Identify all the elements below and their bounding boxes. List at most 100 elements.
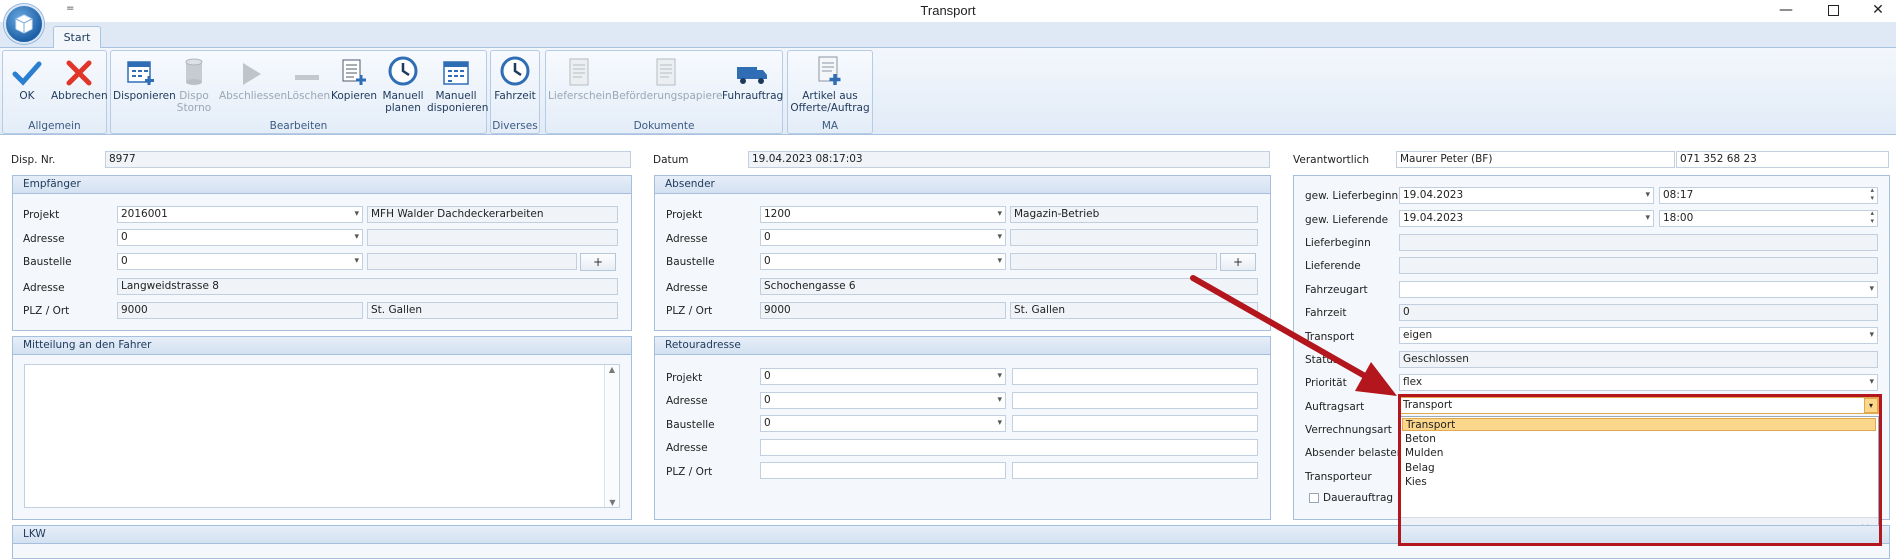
annotation-arrow-icon <box>1190 275 1397 396</box>
dispo-storno-button[interactable]: Dispo Storno <box>173 53 215 114</box>
clock-icon <box>500 56 530 86</box>
scroll-down-icon[interactable]: ▼ <box>605 498 620 507</box>
empfaenger-add-button[interactable]: + <box>580 253 616 271</box>
transport-dropdown[interactable]: eigen <box>1399 327 1878 344</box>
lieferbeginn-time-spinner[interactable]: 08:17 <box>1659 187 1878 204</box>
cancel-button[interactable]: Abbrechen <box>51 53 108 102</box>
manuell-planen-button[interactable]: Manuell planen <box>381 53 425 114</box>
phone-field[interactable]: 071 352 68 23 <box>1676 151 1889 168</box>
loeschen-button[interactable]: Löschen <box>287 53 331 102</box>
app-menu-button[interactable] <box>4 4 44 44</box>
abschliessen-button[interactable]: Abschliessen <box>219 53 287 102</box>
ribbon-group-ma: Artikel aus Offerte/Auftrag MA <box>787 50 873 134</box>
retour-strasse-label: Adresse <box>666 442 708 454</box>
document-icon <box>656 58 676 86</box>
empfaenger-baustelle-name <box>367 253 577 270</box>
maximize-icon <box>1827 4 1839 16</box>
retour-projekt-label: Projekt <box>666 372 703 384</box>
check-icon <box>12 61 42 86</box>
fahrzeugart-dropdown[interactable] <box>1399 281 1878 298</box>
kopieren-button[interactable]: Kopieren <box>331 53 377 102</box>
minimize-button[interactable]: — <box>1764 0 1808 20</box>
ribbon-group-diverses: Fahrzeit Diverses <box>490 50 540 134</box>
manuell-disponieren-button[interactable]: Manuell disponieren <box>427 53 488 114</box>
retour-baustelle-dropdown[interactable]: 0 <box>760 415 1006 432</box>
dauerauftrag-label: Dauerauftrag <box>1323 492 1394 504</box>
retour-plz-label: PLZ / Ort <box>666 466 713 478</box>
window-title: Transport <box>920 3 976 18</box>
close-icon: ✕ <box>1872 2 1884 18</box>
absender-plz-label: PLZ / Ort <box>666 305 713 317</box>
group-caption-diverses: Diverses <box>492 120 538 132</box>
lieferende-date-picker[interactable]: 19.04.2023 <box>1399 210 1654 227</box>
absender-projekt-dropdown[interactable]: 1200 <box>760 206 1006 223</box>
empfaenger-projekt-name: MFH Walder Dachdeckerarbeiten <box>367 206 618 223</box>
absender-baustelle-name <box>1010 253 1217 270</box>
maximize-button[interactable] <box>1811 0 1855 20</box>
mitteilung-textarea[interactable] <box>24 364 620 508</box>
truck-icon <box>737 67 767 84</box>
artikel-aus-offerte-button[interactable]: Artikel aus Offerte/Auftrag <box>790 53 870 114</box>
status-field: Geschlossen <box>1399 351 1878 368</box>
absender-projekt-label: Projekt <box>666 209 703 221</box>
retour-ort-field[interactable] <box>1012 462 1258 479</box>
retour-projekt-dropdown[interactable]: 0 <box>760 368 1006 385</box>
fuhrauftrag-button[interactable]: Fuhrauftrag <box>722 53 783 102</box>
lieferende-time-spinner[interactable]: 18:00 <box>1659 210 1878 227</box>
absender-add-button[interactable]: + <box>1220 253 1256 271</box>
clock-icon <box>388 56 418 86</box>
transporteur-label: Transporteur <box>1305 471 1372 483</box>
calendar-icon <box>443 61 469 85</box>
close-window-button[interactable]: ✕ <box>1856 0 1896 20</box>
empfaenger-adresse-label: Adresse <box>23 233 65 245</box>
lieferbeginn-gew-label: gew. Lieferbeginn <box>1305 190 1399 202</box>
lieferende-field <box>1399 257 1878 274</box>
disponieren-button[interactable]: Disponieren <box>113 53 176 102</box>
loeschen-label: Löschen <box>287 90 331 102</box>
empfaenger-adresse-name <box>367 229 618 246</box>
document-add-icon <box>818 56 841 85</box>
empfaenger-strasse-field: Langweidstrasse 8 <box>117 278 618 295</box>
befoerderungspapiere-button[interactable]: Beförderungspapiere <box>612 53 723 102</box>
absender-belasten-label: Absender belasten <box>1305 447 1404 459</box>
lieferschein-button[interactable]: Lieferschein <box>548 53 612 102</box>
retour-title: Retouradresse <box>655 337 1270 355</box>
fahrzeit-label: Fahrzeit <box>494 90 536 102</box>
ribbon-group-bearbeiten: Disponieren Dispo Storno Abschliessen Lö… <box>110 50 488 134</box>
empfaenger-adresse-dropdown[interactable]: 0 <box>117 229 363 246</box>
kopieren-label: Kopieren <box>331 90 378 102</box>
absender-projekt-name: Magazin-Betrieb <box>1010 206 1258 223</box>
retour-strasse-field[interactable] <box>760 439 1258 456</box>
empfaenger-plz-label: PLZ / Ort <box>23 305 70 317</box>
empfaenger-projekt-dropdown[interactable]: 2016001 <box>117 206 363 223</box>
lieferschein-label: Lieferschein <box>548 90 612 102</box>
lieferende-gew-label: gew. Lieferende <box>1305 214 1389 226</box>
tab-start[interactable]: Start <box>53 26 101 49</box>
artikel-aus-offerte-label: Artikel aus Offerte/Auftrag <box>790 90 870 114</box>
verrechnungsart-label: Verrechnungsart <box>1305 424 1392 436</box>
empfaenger-baustelle-dropdown[interactable]: 0 <box>117 253 363 270</box>
disponieren-label: Disponieren <box>113 90 176 102</box>
retour-plz-field[interactable] <box>760 462 1006 479</box>
absender-strasse-label: Adresse <box>666 282 708 294</box>
retour-adresse-dropdown[interactable]: 0 <box>760 392 1006 409</box>
absender-baustelle-dropdown[interactable]: 0 <box>760 253 1006 270</box>
verantwortlich-field[interactable]: Maurer Peter (BF) <box>1396 151 1675 168</box>
minimize-icon: — <box>1779 2 1793 18</box>
disp-nr-label: Disp. Nr. <box>11 154 56 166</box>
prioritaet-dropdown[interactable]: flex <box>1399 374 1878 391</box>
fahrzeit-button[interactable]: Fahrzeit <box>493 53 537 102</box>
empfaenger-strasse-label: Adresse <box>23 282 65 294</box>
scroll-up-icon[interactable]: ▲ <box>605 365 619 374</box>
mitteilung-scrollbar[interactable]: ▲ ▼ <box>604 365 619 507</box>
retour-baustelle-name[interactable] <box>1012 415 1258 432</box>
lieferbeginn-field <box>1399 234 1878 251</box>
ok-button[interactable]: OK <box>5 53 49 102</box>
absender-adresse-dropdown[interactable]: 0 <box>760 229 1006 246</box>
verantwortlich-label: Verantwortlich <box>1293 154 1370 166</box>
ribbon-group-allgemein: OK Abbrechen Allgemein <box>2 50 108 134</box>
lieferbeginn-date-picker[interactable]: 19.04.2023 <box>1399 187 1654 204</box>
datum-label: Datum <box>653 154 689 166</box>
absender-baustelle-label: Baustelle <box>666 256 715 268</box>
dauerauftrag-checkbox[interactable] <box>1309 493 1319 503</box>
